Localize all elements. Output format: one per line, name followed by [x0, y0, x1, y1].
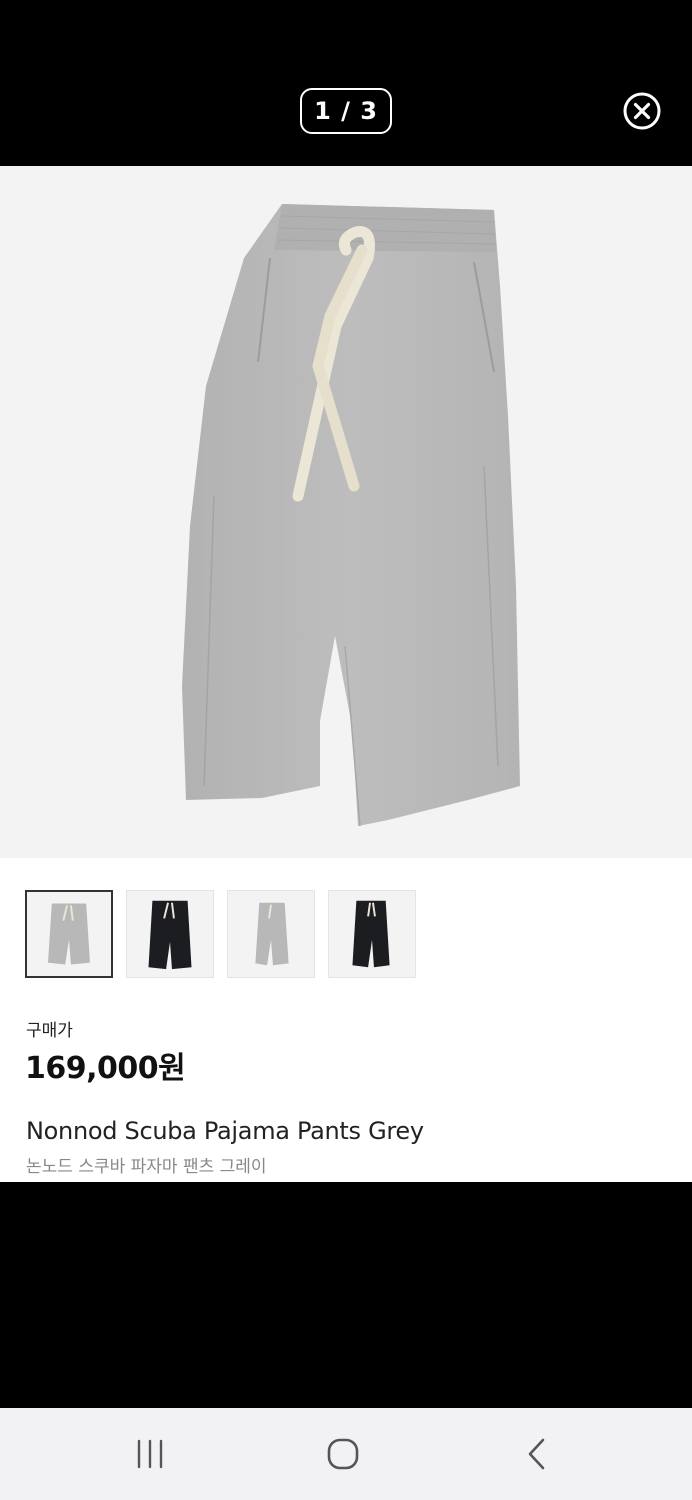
price-label: 구매가: [26, 1021, 73, 1041]
recents-icon[interactable]: [120, 1432, 180, 1476]
product-info-panel: 구매가 169,000원 Nonnod Scuba Pajama Pants G…: [0, 858, 692, 1182]
thumbnail-1[interactable]: [25, 890, 113, 978]
product-main-image[interactable]: [0, 166, 692, 858]
product-price: 169,000원: [25, 1051, 186, 1086]
thumbnail-2[interactable]: [126, 890, 214, 978]
close-icon[interactable]: [621, 90, 663, 132]
thumbnail-4[interactable]: [328, 890, 416, 978]
back-icon[interactable]: [507, 1432, 567, 1476]
viewer-header: 1 / 3: [0, 0, 692, 166]
thumbnail-3[interactable]: [227, 890, 315, 978]
product-name-korean: 논노드 스쿠바 파자마 팬츠 그레이: [26, 1157, 267, 1177]
home-icon[interactable]: [313, 1432, 373, 1476]
image-counter: 1 / 3: [300, 88, 392, 134]
product-name-english: Nonnod Scuba Pajama Pants Grey: [26, 1117, 424, 1145]
system-navigation-bar: [0, 1408, 692, 1500]
viewer-backdrop: [0, 1182, 692, 1408]
